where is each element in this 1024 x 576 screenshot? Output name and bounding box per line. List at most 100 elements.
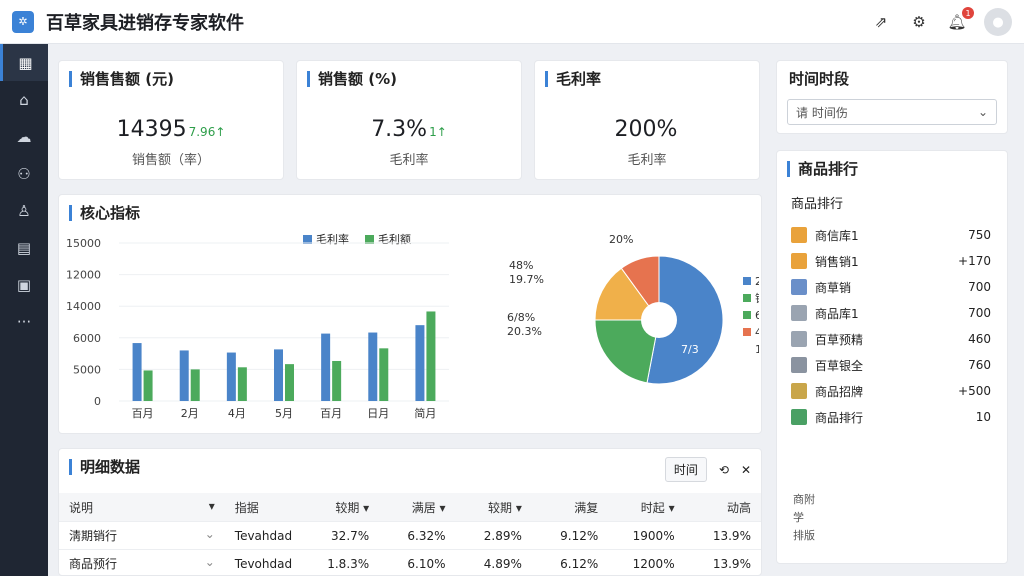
time-filter-button[interactable]: 时间	[664, 457, 707, 482]
folder-icon	[791, 253, 807, 269]
pie-legend-swatch	[743, 328, 751, 336]
font-icon	[791, 279, 807, 295]
export-icon[interactable]: ⇗	[870, 11, 892, 33]
ranking-row[interactable]: 商信库1 750	[791, 223, 991, 247]
chevron-down-icon: ⌄	[977, 105, 988, 119]
box-icon[interactable]: ▤	[0, 229, 48, 266]
detail-card: 明细数据 时间 ⟲ ✕ 说明 ▾ 指据 较期 ▾ 满居 ▾ 较期 ▾ 满复 时起 ▾ 动高 淸期…	[58, 448, 762, 576]
table-cell: 13.9%	[712, 528, 751, 543]
stat-subtitle: 毛利率	[627, 153, 667, 168]
x-tick-label: 百月	[132, 407, 154, 420]
chevron-down-icon[interactable]: ⌄	[205, 527, 215, 544]
bar-series2	[426, 311, 436, 401]
detail-title: 明细数据	[69, 459, 140, 475]
users-icon[interactable]: ⚇	[0, 155, 48, 192]
ranking-card: 商品排行 商品排行 商信库1 750 销售销1 +170 商草销 700 商品库1 700 百草…	[776, 150, 1008, 564]
bar-chart: 15000 12000 14000 6000 5000 0 百月 2月 4月 5月 百月 日月 简月	[66, 237, 449, 420]
pie-slice-label: 48%	[509, 259, 533, 272]
table-cell: 1200%	[632, 556, 675, 571]
stat-value: 7.3% 1↑	[371, 117, 447, 142]
table-cell: 6.10%	[407, 556, 446, 571]
ranking-row[interactable]: 百草银全 760	[791, 353, 991, 377]
stat-card-sales: 销售售额 (元) 14395 7.96↑ 销售额（率）	[58, 60, 284, 180]
ranking-name: 商草销	[815, 280, 852, 295]
y-tick-label: 12000	[66, 269, 101, 282]
bar-series2	[332, 360, 342, 401]
settings-icon[interactable]: ⚙	[908, 11, 930, 33]
report-icon[interactable]: ▣	[0, 266, 48, 303]
ranking-value: 750	[968, 228, 991, 242]
column-header[interactable]: 指据	[225, 499, 303, 516]
ranking-name: 商品排行	[815, 410, 864, 425]
column-header[interactable]: 满复	[532, 499, 608, 516]
ranking-name: 商品招牌	[815, 384, 864, 399]
ranking-footer-text: 排版	[793, 529, 815, 542]
table-header: 说明 ▾ 指据 较期 ▾ 满居 ▾ 较期 ▾ 满复 时起 ▾ 动高	[59, 493, 761, 521]
pie-legend-swatch	[743, 311, 751, 319]
ranking-value: 700	[968, 306, 991, 320]
pie-slice-label: 6/8%	[507, 311, 535, 324]
column-header[interactable]: 动高	[685, 499, 761, 516]
close-icon[interactable]: ✕	[741, 463, 751, 477]
pie-slice-label: 7/3	[681, 343, 699, 356]
table-cell: 2.89%	[483, 528, 522, 543]
stat-card-rate: 销售额 (%) 7.3% 1↑ 毛利率	[296, 60, 522, 180]
table-cell: Tevahdad	[234, 528, 293, 543]
table-cell: 9.12%	[560, 528, 599, 543]
pie-slice-label: 20%	[609, 233, 633, 246]
column-header[interactable]: 较期 ▾	[303, 499, 379, 516]
ranking-row[interactable]: 商品排行 10	[791, 405, 991, 429]
top-actions: ⇗ ⚙ 🔔︎ 1 ●	[870, 7, 1012, 36]
pie-legend-label: 22.7%	[755, 275, 759, 288]
ranking-row[interactable]: 销售销1 +170	[791, 249, 991, 273]
list-icon	[791, 357, 807, 373]
user-icon[interactable]: ♙	[0, 192, 48, 229]
ranking-value: +500	[958, 384, 991, 398]
ranking-footer-text: 商附	[793, 493, 815, 506]
stat-subtitle: 销售额（率）	[131, 153, 210, 168]
ranking-name: 商品库1	[815, 306, 859, 321]
home-icon[interactable]: ⌂	[0, 81, 48, 118]
ranking-row[interactable]: 商品招牌 +500	[791, 379, 991, 403]
chevron-down-icon[interactable]: ▾	[209, 499, 215, 516]
table-row[interactable]: 淸期销行 ⌄ Tevahdad 32.7% 6.32% 2.89% 9.12% 1900% 13…	[59, 521, 761, 549]
ranking-row[interactable]: 百草预精 460	[791, 327, 991, 351]
stat-title: 毛利率	[545, 71, 601, 87]
column-header[interactable]: 满居 ▾	[379, 499, 455, 516]
ranking-name: 百草预精	[815, 332, 864, 347]
x-tick-label: 日月	[367, 407, 389, 420]
ranking-row[interactable]: 商品库1 700	[791, 301, 991, 325]
column-header[interactable]: 说明 ▾	[59, 499, 225, 516]
bell-icon[interactable]: 🔔︎ 1	[946, 7, 974, 33]
bar-series1	[415, 325, 425, 401]
column-header[interactable]: 时起 ▾	[608, 499, 684, 516]
bar-series2	[143, 370, 153, 401]
cloud-icon[interactable]: ☁	[0, 118, 48, 155]
time-select[interactable]: 请 时间伤 ⌄	[787, 99, 997, 125]
sidebar: ▦ ⌂ ☁ ⚇ ♙ ▤ ▣ ···	[0, 44, 48, 576]
ranking-row[interactable]: 商草销 700	[791, 275, 991, 299]
refresh-icon[interactable]: ⟲	[719, 463, 729, 477]
table-cell: Tevohdad	[234, 556, 293, 571]
pie-legend-swatch	[743, 294, 751, 302]
bar-series1	[179, 350, 189, 401]
chevron-down-icon[interactable]: ⌄	[205, 555, 215, 572]
pie-legend-label: 16利率	[755, 342, 759, 356]
dashboard-icon[interactable]: ▦	[0, 44, 48, 81]
pie-legend-label: 4.8%	[755, 326, 759, 339]
y-tick-label: 6000	[73, 332, 101, 345]
column-header[interactable]: 较期 ▾	[456, 499, 532, 516]
ranking-title: 商品排行	[787, 161, 858, 177]
table-cell: 淸期销行 ⌄	[69, 527, 215, 544]
table-row[interactable]: 商品预行 ⌄ Tevohdad 1.8.3% 6.10% 4.89% 6.12% 1200% 1…	[59, 549, 761, 575]
avatar[interactable]: ●	[984, 8, 1012, 36]
table-tools: 时间 ⟲ ✕	[664, 457, 751, 482]
ranking-value: 460	[968, 332, 991, 346]
table-cell: 1900%	[632, 528, 675, 543]
pie-legend-label: 61.7%	[755, 309, 759, 322]
table-cell: 1.8.3%	[327, 556, 370, 571]
more-icon[interactable]: ···	[0, 303, 48, 340]
table-cell: 商品预行 ⌄	[69, 555, 215, 572]
stat-card-margin: 毛利率 200% 毛利率	[534, 60, 760, 180]
file-icon	[791, 409, 807, 425]
